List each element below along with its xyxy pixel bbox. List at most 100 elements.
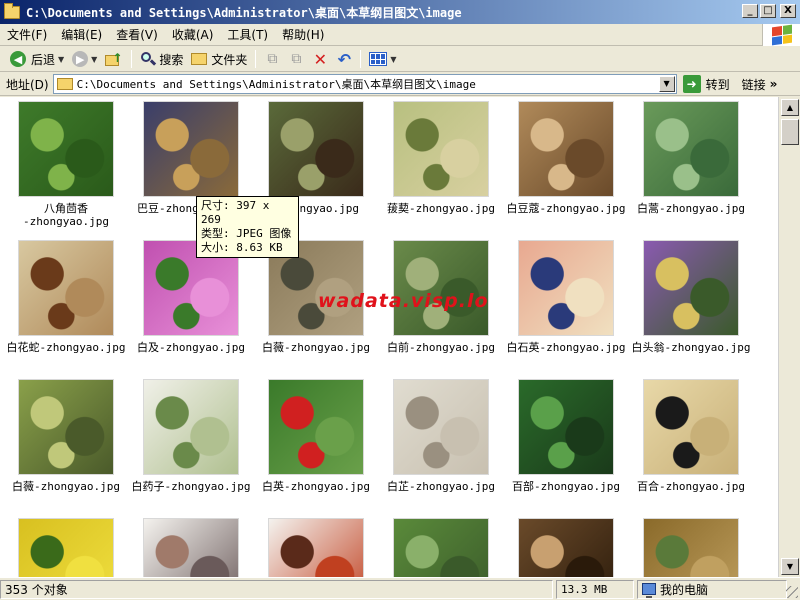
file-item[interactable]: 白药子-zhongyao.jpg xyxy=(131,379,251,493)
file-item[interactable]: 八角茴香 -zhongyao.jpg xyxy=(6,101,126,228)
folders-button[interactable]: 文件夹 xyxy=(187,48,251,70)
file-item[interactable]: 白英-zhongyao.jpg xyxy=(256,379,376,493)
file-item[interactable] xyxy=(381,518,501,577)
file-item[interactable]: 白豆蔻-zhongyao.jpg xyxy=(506,101,626,215)
up-folder-button[interactable]: ↑ xyxy=(101,48,127,70)
file-thumbnail[interactable] xyxy=(518,518,614,577)
file-view[interactable]: 八角茴香 -zhongyao.jpg 巴豆-zhongyao.jpg -zhongy… xyxy=(0,97,778,577)
file-item[interactable] xyxy=(6,518,126,577)
views-button[interactable]: ▼ xyxy=(365,48,400,70)
forward-arrow-icon: ▶ xyxy=(72,51,89,67)
file-item[interactable]: 百部-zhongyao.jpg xyxy=(506,379,626,493)
file-item[interactable]: 菝葜-zhongyao.jpg xyxy=(381,101,501,215)
address-dropdown-icon[interactable]: ▼ xyxy=(658,76,675,92)
minimize-button[interactable]: _ xyxy=(742,4,758,18)
delete-button[interactable]: ✕ xyxy=(308,48,332,70)
folder-icon xyxy=(191,53,208,65)
menu-edit[interactable]: 编辑(E) xyxy=(54,26,109,44)
file-thumbnail[interactable] xyxy=(643,518,739,577)
resize-grip-icon[interactable] xyxy=(786,586,798,598)
views-icon xyxy=(369,52,388,66)
delete-icon: ✕ xyxy=(313,49,328,69)
file-item[interactable] xyxy=(256,518,376,577)
undo-icon: ↶ xyxy=(337,49,352,69)
back-arrow-icon: ◀ xyxy=(10,51,26,67)
file-name: 白薇-zhongyao.jpg xyxy=(261,341,371,354)
links-chevron-icon[interactable]: » xyxy=(770,77,778,91)
file-thumbnail[interactable] xyxy=(393,101,489,197)
file-name: 白头翁-zhongyao.jpg xyxy=(631,341,751,354)
folders-label: 文件夹 xyxy=(211,52,248,67)
file-thumbnail[interactable] xyxy=(518,240,614,336)
watermark: wadata.visp.lo xyxy=(318,290,489,312)
search-button[interactable]: 搜索 xyxy=(136,48,187,70)
file-thumbnail[interactable] xyxy=(643,101,739,197)
object-count-text: 353 个对象 xyxy=(5,582,68,597)
back-button[interactable]: ◀ 后退 ▼ xyxy=(6,48,68,70)
file-thumbnail[interactable] xyxy=(393,518,489,577)
forward-button[interactable]: ▶ ▼ xyxy=(68,48,101,70)
close-button[interactable]: X xyxy=(780,4,796,18)
status-size: 13.3 MB xyxy=(556,579,634,599)
file-thumbnail[interactable] xyxy=(143,101,239,197)
file-thumbnail[interactable] xyxy=(18,518,114,577)
go-button[interactable]: ➜ 转到 xyxy=(682,75,730,93)
move-to-icon: ⧉ xyxy=(267,51,278,67)
forward-dropdown-icon[interactable]: ▼ xyxy=(91,55,97,64)
file-name: 白前-zhongyao.jpg xyxy=(386,341,496,354)
file-name: 白蒿-zhongyao.jpg xyxy=(636,202,746,215)
file-thumbnail[interactable] xyxy=(268,518,364,577)
file-thumbnail[interactable] xyxy=(18,101,114,197)
file-thumbnail[interactable] xyxy=(143,518,239,577)
file-name: 白花蛇-zhongyao.jpg xyxy=(6,341,126,354)
file-thumbnail[interactable] xyxy=(643,379,739,475)
file-item[interactable]: 白花蛇-zhongyao.jpg xyxy=(6,240,126,354)
scroll-up-icon[interactable]: ▲ xyxy=(781,99,799,116)
file-item[interactable]: 百合-zhongyao.jpg xyxy=(631,379,751,493)
go-arrow-icon: ➜ xyxy=(682,75,701,93)
move-to-button[interactable]: ⧉ xyxy=(260,48,284,70)
file-item[interactable]: 白薇-zhongyao.jpg xyxy=(6,379,126,493)
file-thumbnail[interactable] xyxy=(643,240,739,336)
links-button[interactable]: 链接 xyxy=(742,76,766,93)
file-thumbnail[interactable] xyxy=(18,240,114,336)
file-thumbnail[interactable] xyxy=(518,101,614,197)
undo-button[interactable]: ↶ xyxy=(332,48,356,70)
file-thumbnail[interactable] xyxy=(18,379,114,475)
menu-file[interactable]: 文件(F) xyxy=(0,26,54,44)
file-thumbnail[interactable] xyxy=(518,379,614,475)
maximize-button[interactable]: □ xyxy=(760,4,776,18)
file-thumbnail[interactable] xyxy=(268,101,364,197)
file-item[interactable] xyxy=(506,518,626,577)
file-item[interactable]: 白蒿-zhongyao.jpg xyxy=(631,101,751,215)
file-item[interactable] xyxy=(631,518,751,577)
scroll-thumb[interactable] xyxy=(781,119,799,145)
file-thumbnail[interactable] xyxy=(393,379,489,475)
file-item[interactable]: 白石英-zhongyao.jpg xyxy=(506,240,626,354)
menu-favorites[interactable]: 收藏(A) xyxy=(165,26,221,44)
address-label: 地址(D) xyxy=(6,77,49,92)
file-thumbnail[interactable] xyxy=(268,379,364,475)
tooltip-size: 大小: 8.63 KB xyxy=(201,241,283,254)
menu-view[interactable]: 查看(V) xyxy=(109,26,165,44)
back-dropdown-icon[interactable]: ▼ xyxy=(58,55,64,64)
file-name: 百部-zhongyao.jpg xyxy=(511,480,621,493)
file-item[interactable]: 白头翁-zhongyao.jpg xyxy=(631,240,751,354)
menu-tools[interactable]: 工具(T) xyxy=(220,26,275,44)
address-bar: 地址(D) C:\Documents and Settings\Administ… xyxy=(0,73,800,96)
copy-to-button[interactable]: ⧉ xyxy=(284,48,308,70)
tooltip-dimensions: 尺寸: 397 x 269 xyxy=(201,199,270,226)
back-label: 后退 xyxy=(31,52,56,67)
menu-help[interactable]: 帮助(H) xyxy=(275,26,331,44)
file-thumbnail[interactable] xyxy=(393,240,489,336)
vertical-scrollbar[interactable]: ▲ ▼ xyxy=(778,97,800,577)
file-item[interactable] xyxy=(131,518,251,577)
go-label: 转到 xyxy=(705,77,730,92)
file-thumbnail[interactable] xyxy=(143,379,239,475)
scroll-down-icon[interactable]: ▼ xyxy=(781,558,799,575)
file-item[interactable]: 白芷-zhongyao.jpg xyxy=(381,379,501,493)
toolbar-separator xyxy=(360,50,362,68)
address-input[interactable]: C:\Documents and Settings\Administrator\… xyxy=(52,74,677,94)
title-bar[interactable]: C:\Documents and Settings\Administrator\… xyxy=(0,0,800,24)
tooltip-type: 类型: JPEG 图像 xyxy=(201,227,292,240)
